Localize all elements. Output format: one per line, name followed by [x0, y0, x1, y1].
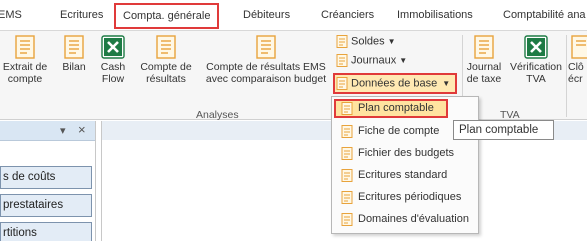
- cash-flow-label-line1: Cash: [100, 61, 126, 73]
- report-icon: [341, 191, 353, 204]
- donnees-de-base-menu: Plan comptable Fiche de compte Fichier d…: [331, 96, 479, 234]
- cloture-label-line2: écr: [568, 73, 583, 85]
- cloture-label-line1: Clô: [568, 61, 584, 73]
- menu-item-plan-comptable[interactable]: Plan comptable: [334, 99, 448, 118]
- menu-item-label: Ecritures standard: [358, 169, 448, 181]
- menu-item-label: Plan comptable: [358, 102, 434, 114]
- tab-immobilisations[interactable]: Immobilisations: [397, 9, 473, 21]
- journal-taxe-label-line1: Journal: [466, 61, 502, 73]
- menu-item-ecritures-periodiques[interactable]: Ecritures périodiques: [334, 188, 476, 207]
- report-icon: [341, 102, 353, 115]
- excel-icon: [101, 35, 125, 59]
- extrait-label-line2: compte: [7, 73, 43, 85]
- journaux-button[interactable]: Journaux ▼: [336, 54, 407, 67]
- report-icon: [156, 35, 176, 59]
- verification-tva-label-line1: Vérification: [510, 61, 562, 73]
- tab-ecritures[interactable]: Ecritures: [60, 9, 103, 21]
- menu-item-domaines-d-evaluation[interactable]: Domaines d'évaluation: [334, 210, 476, 229]
- report-icon: [571, 35, 587, 59]
- cash-flow-label-line2: Flow: [101, 73, 125, 85]
- chevron-down-icon: ▼: [442, 79, 451, 89]
- report-icon: [256, 35, 276, 59]
- panel-header: ▾ ×: [0, 121, 95, 141]
- tab-ems[interactable]: EMS: [0, 9, 22, 21]
- extrait-de-compte-button[interactable]: Extrait de compte: [0, 35, 50, 85]
- menu-item-label: Ecritures périodiques: [358, 191, 462, 203]
- report-icon: [341, 213, 353, 226]
- report-icon: [341, 125, 353, 138]
- nav-item[interactable]: prestataires: [0, 194, 92, 217]
- journaux-label: Journaux: [351, 54, 397, 67]
- cloture-ecritures-button[interactable]: Clô écr: [568, 35, 587, 85]
- verification-tva-button[interactable]: Vérification TVA: [506, 35, 566, 85]
- compte-resultats-label-line2: résultats: [146, 73, 186, 85]
- close-icon[interactable]: ×: [78, 122, 86, 137]
- tab-comptabilite-analytique[interactable]: Comptabilité ana: [503, 9, 586, 21]
- menu-item-label: Fichier des budgets: [358, 147, 454, 159]
- report-icon: [64, 35, 84, 59]
- menu-item-label: Fiche de compte: [358, 125, 440, 137]
- ribbon-tab-bar: EMS Ecritures Compta. générale Débiteurs…: [0, 0, 587, 30]
- report-icon: [341, 169, 353, 182]
- menu-item-ecritures-standard[interactable]: Ecritures standard: [334, 166, 476, 185]
- compte-resultats-ems-label-line1: Compte de résultats EMS: [206, 61, 326, 73]
- donnees-de-base-button[interactable]: Données de base ▼: [333, 73, 457, 94]
- ribbon-group-separator: [566, 35, 567, 117]
- report-icon: [474, 35, 494, 59]
- excel-icon: [524, 35, 548, 59]
- cash-flow-button[interactable]: Cash Flow: [96, 35, 130, 85]
- compte-resultats-ems-label-line2: avec comparaison budget: [205, 73, 327, 85]
- compte-de-resultats-button[interactable]: Compte de résultats: [136, 35, 196, 85]
- compte-de-resultats-ems-button[interactable]: Compte de résultats EMS avec comparaison…: [198, 35, 334, 85]
- chevron-down-icon: ▼: [387, 37, 396, 47]
- report-icon: [336, 54, 348, 67]
- verification-tva-label-line2: TVA: [526, 73, 546, 85]
- bilan-label: Bilan: [62, 61, 86, 73]
- ribbon: Extrait de compte Bilan Cash Flow Compte…: [0, 30, 587, 121]
- panel-divider[interactable]: [95, 121, 96, 241]
- menu-item-fichier-des-budgets[interactable]: Fichier des budgets: [334, 144, 476, 163]
- group-label-analyses: Analyses: [196, 109, 239, 121]
- journal-de-taxe-button[interactable]: Journal de taxe: [464, 35, 504, 85]
- bilan-button[interactable]: Bilan: [56, 35, 92, 73]
- tooltip: Plan comptable: [453, 120, 554, 140]
- donnees-de-base-label: Données de base: [351, 77, 438, 90]
- report-icon: [336, 35, 348, 48]
- journal-taxe-label-line2: de taxe: [466, 73, 502, 85]
- compte-resultats-label-line1: Compte de: [140, 61, 192, 73]
- navigation-panel: ▾ × s de coûts prestataires rtitions: [0, 121, 95, 241]
- soldes-label: Soldes: [351, 35, 385, 48]
- tab-debiteurs[interactable]: Débiteurs: [243, 9, 290, 21]
- report-icon: [15, 35, 35, 59]
- nav-item[interactable]: s de coûts: [0, 166, 92, 189]
- report-icon: [336, 77, 348, 90]
- menu-item-label: Domaines d'évaluation: [358, 213, 469, 225]
- tab-compta-generale[interactable]: Compta. générale: [114, 3, 220, 29]
- panel-menu-icon[interactable]: ▾: [60, 124, 66, 137]
- chevron-down-icon: ▼: [399, 56, 408, 66]
- nav-item[interactable]: rtitions: [0, 222, 92, 241]
- tab-creanciers[interactable]: Créanciers: [321, 9, 374, 21]
- report-icon: [341, 147, 353, 160]
- soldes-button[interactable]: Soldes ▼: [336, 35, 396, 48]
- extrait-label-line1: Extrait de: [2, 61, 48, 73]
